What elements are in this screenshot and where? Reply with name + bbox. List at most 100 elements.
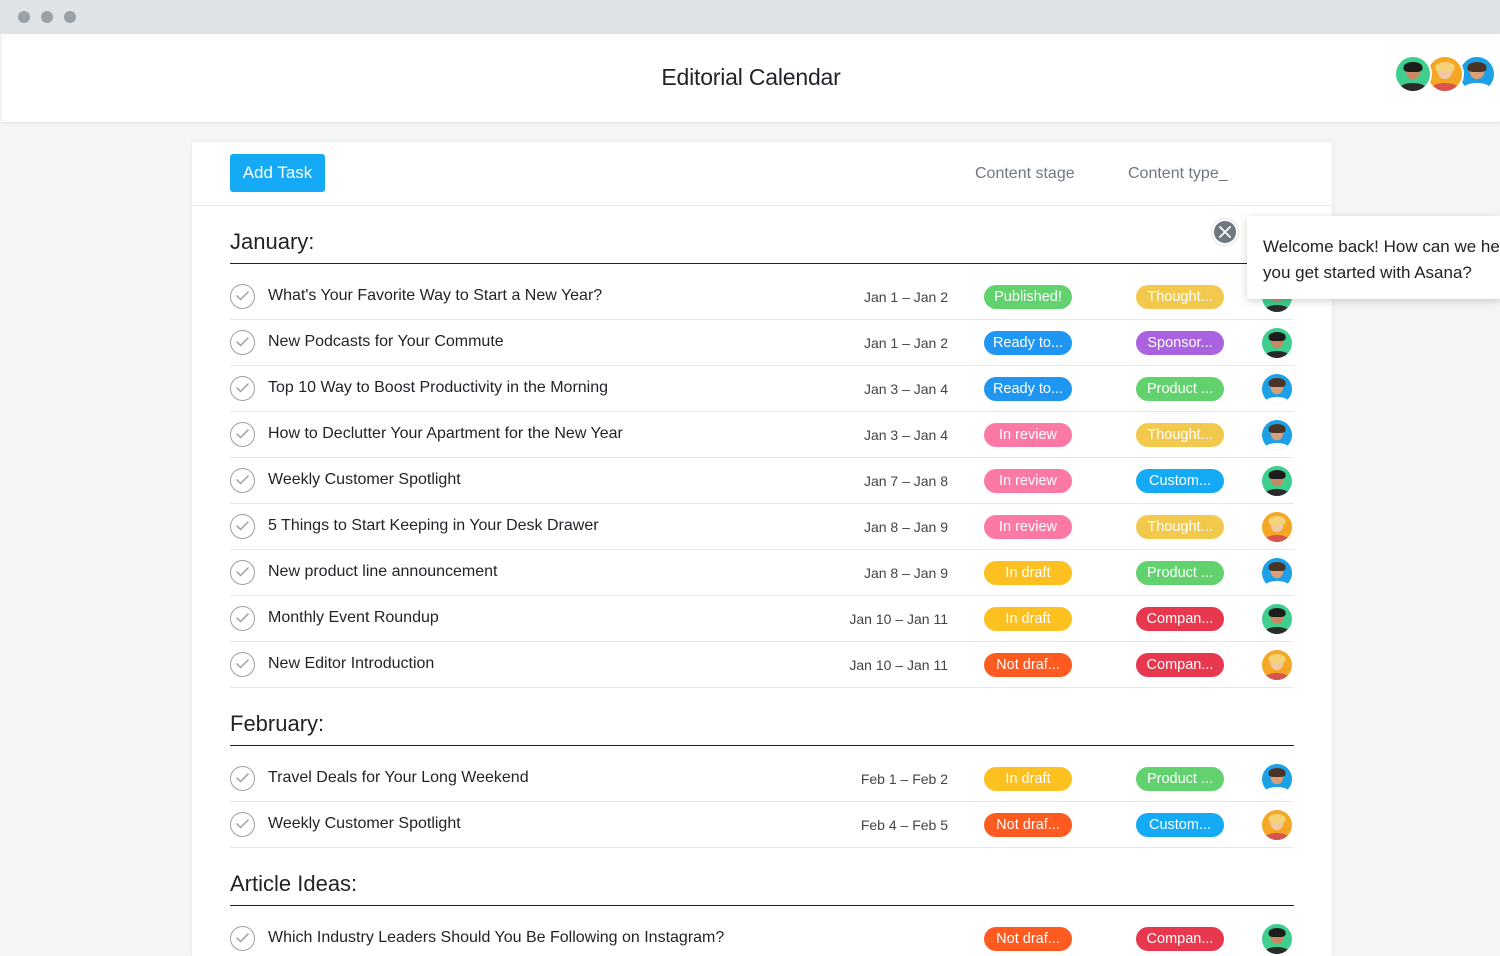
content-stage-tag[interactable]: Not draf... (984, 813, 1072, 837)
complete-task-checkbox[interactable] (230, 766, 255, 791)
content-stage-tag[interactable]: Not draf... (984, 653, 1072, 677)
task-due-date[interactable]: Jan 8 – Jan 9 (864, 519, 948, 535)
project-members[interactable] (1394, 55, 1498, 95)
content-stage-tag[interactable]: In draft (984, 607, 1072, 631)
section-header[interactable]: Article Ideas: (230, 866, 1294, 906)
content-type-tag[interactable]: Product ... (1136, 561, 1224, 585)
content-type-tag[interactable]: Compan... (1136, 927, 1224, 951)
window-zoom-dot-icon[interactable] (64, 11, 76, 23)
content-type-tag[interactable]: Product ... (1136, 377, 1224, 401)
task-row[interactable]: 5 Things to Start Keeping in Your Desk D… (230, 504, 1294, 550)
complete-task-checkbox[interactable] (230, 284, 255, 309)
checkmark-icon (236, 429, 249, 439)
task-row[interactable]: How to Declutter Your Apartment for the … (230, 412, 1294, 458)
content-type-tag[interactable]: Sponsor... (1136, 331, 1224, 355)
content-stage-tag[interactable]: Ready to... (984, 377, 1072, 401)
task-due-date[interactable]: Jan 3 – Jan 4 (864, 427, 948, 443)
task-list-panel: Add Task Content stage Content type_ Jan… (192, 142, 1332, 956)
content-stage-tag[interactable]: In draft (984, 561, 1072, 585)
man-blue-icon[interactable] (1262, 420, 1292, 450)
content-type-tag[interactable]: Compan... (1136, 653, 1224, 677)
content-stage-tag[interactable]: In draft (984, 767, 1072, 791)
section-header[interactable]: January: (230, 224, 1294, 264)
task-row[interactable]: What's Your Favorite Way to Start a New … (230, 274, 1294, 320)
task-due-date[interactable]: Jan 10 – Jan 11 (849, 611, 948, 627)
complete-task-checkbox[interactable] (230, 468, 255, 493)
column-header-content-type[interactable]: Content type_ (1128, 165, 1228, 183)
add-task-button[interactable]: Add Task (230, 154, 325, 192)
woman-dark-icon[interactable] (1394, 55, 1432, 93)
complete-task-checkbox[interactable] (230, 606, 255, 631)
column-header-content-stage[interactable]: Content stage (975, 165, 1075, 183)
task-row[interactable]: Weekly Customer Spotlight Feb 4 – Feb 5 No… (230, 802, 1294, 848)
task-name[interactable]: New Podcasts for Your Commute (268, 333, 504, 351)
woman-dark-icon[interactable] (1262, 328, 1292, 358)
task-name[interactable]: New product line announcement (268, 563, 497, 581)
content-type-tag[interactable]: Custom... (1136, 813, 1224, 837)
task-name[interactable]: Monthly Event Roundup (268, 609, 439, 627)
content-type-tag[interactable]: Compan... (1136, 607, 1224, 631)
task-row[interactable]: New Podcasts for Your Commute Jan 1 – Jan… (230, 320, 1294, 366)
man-blue-icon[interactable] (1262, 374, 1292, 404)
task-due-date[interactable]: Feb 4 – Feb 5 (861, 817, 948, 833)
content-stage-tag[interactable]: In review (984, 469, 1072, 493)
content-type-tag[interactable]: Thought... (1136, 285, 1224, 309)
complete-task-checkbox[interactable] (230, 812, 255, 837)
task-name[interactable]: Weekly Customer Spotlight (268, 815, 461, 833)
woman-blonde-icon[interactable] (1262, 810, 1292, 840)
window-minimize-dot-icon[interactable] (41, 11, 53, 23)
checkmark-icon (236, 567, 249, 577)
task-due-date[interactable]: Jan 3 – Jan 4 (864, 381, 948, 397)
content-stage-tag[interactable]: Not draf... (984, 927, 1072, 951)
man-blue-icon[interactable] (1262, 558, 1292, 588)
section-header[interactable]: February: (230, 706, 1294, 746)
complete-task-checkbox[interactable] (230, 652, 255, 677)
woman-blonde-icon[interactable] (1262, 650, 1292, 680)
task-due-date[interactable]: Jan 7 – Jan 8 (864, 473, 948, 489)
task-due-date[interactable]: Jan 10 – Jan 11 (849, 657, 948, 673)
woman-dark-icon[interactable] (1262, 924, 1292, 954)
content-stage-tag[interactable]: In review (984, 515, 1072, 539)
task-row[interactable]: Weekly Customer Spotlight Jan 7 – Jan 8 In… (230, 458, 1294, 504)
close-tooltip-button[interactable] (1212, 219, 1238, 245)
content-type-tag[interactable]: Thought... (1136, 515, 1224, 539)
task-due-date[interactable]: Feb 1 – Feb 2 (861, 771, 948, 787)
task-row[interactable]: New Editor Introduction Jan 10 – Jan 11 No… (230, 642, 1294, 688)
complete-task-checkbox[interactable] (230, 926, 255, 951)
content-stage-tag[interactable]: In review (984, 423, 1072, 447)
task-due-date[interactable]: Jan 8 – Jan 9 (864, 565, 948, 581)
task-name[interactable]: Travel Deals for Your Long Weekend (268, 769, 529, 787)
task-due-date[interactable]: Jan 1 – Jan 2 (864, 289, 948, 305)
woman-blonde-icon[interactable] (1262, 512, 1292, 542)
complete-task-checkbox[interactable] (230, 376, 255, 401)
complete-task-checkbox[interactable] (230, 330, 255, 355)
task-name[interactable]: 5 Things to Start Keeping in Your Desk D… (268, 517, 599, 535)
complete-task-checkbox[interactable] (230, 422, 255, 447)
content-type-tag[interactable]: Thought... (1136, 423, 1224, 447)
content-type-tag[interactable]: Product ... (1136, 767, 1224, 791)
task-row[interactable]: Travel Deals for Your Long Weekend Feb 1 … (230, 756, 1294, 802)
task-row[interactable]: Monthly Event Roundup Jan 10 – Jan 11 In d… (230, 596, 1294, 642)
checkmark-icon (236, 773, 249, 783)
task-name[interactable]: Top 10 Way to Boost Productivity in the … (268, 379, 608, 397)
task-name[interactable]: New Editor Introduction (268, 655, 434, 673)
content-stage-tag[interactable]: Published! (984, 285, 1072, 309)
woman-dark-icon[interactable] (1262, 604, 1292, 634)
task-name[interactable]: Which Industry Leaders Should You Be Fol… (268, 929, 724, 947)
task-name[interactable]: What's Your Favorite Way to Start a New … (268, 287, 602, 305)
task-due-date[interactable]: Jan 1 – Jan 2 (864, 335, 948, 351)
task-name[interactable]: How to Declutter Your Apartment for the … (268, 425, 623, 443)
woman-dark-icon[interactable] (1262, 466, 1292, 496)
content-stage-tag[interactable]: Ready to... (984, 331, 1072, 355)
task-row[interactable]: Which Industry Leaders Should You Be Fol… (230, 916, 1294, 956)
task-row[interactable]: Top 10 Way to Boost Productivity in the … (230, 366, 1294, 412)
task-row[interactable]: New product line announcement Jan 8 – Jan… (230, 550, 1294, 596)
content-type-tag[interactable]: Custom... (1136, 469, 1224, 493)
man-blue-icon[interactable] (1262, 764, 1292, 794)
window-close-dot-icon[interactable] (18, 11, 30, 23)
checkmark-icon (236, 819, 249, 829)
task-name[interactable]: Weekly Customer Spotlight (268, 471, 461, 489)
complete-task-checkbox[interactable] (230, 560, 255, 585)
app-header: Editorial Calendar (2, 34, 1500, 123)
complete-task-checkbox[interactable] (230, 514, 255, 539)
